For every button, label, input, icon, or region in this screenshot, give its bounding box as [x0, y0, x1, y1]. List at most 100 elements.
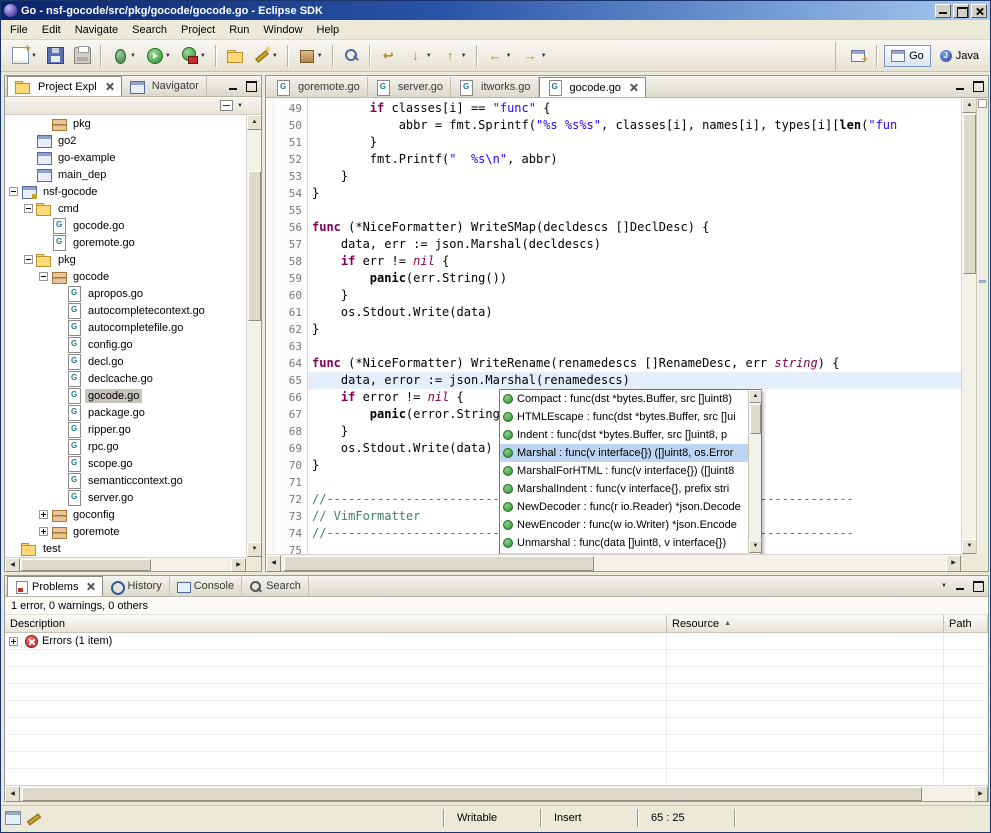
collapse-icon[interactable] — [9, 187, 18, 196]
explorer-horizontal-scrollbar[interactable]: ◀ ▶ — [5, 557, 246, 571]
new-button[interactable]: ▼ — [8, 44, 41, 68]
completion-item[interactable]: NewEncoder : func(w io.Writer) *json.Enc… — [500, 516, 748, 534]
code-line-58[interactable]: if err != nil { — [308, 253, 961, 270]
scrollbar-thumb[interactable] — [248, 171, 261, 321]
view-tab-problems[interactable]: Problems — [7, 576, 103, 596]
tree-item-gocode[interactable]: gocode — [5, 268, 246, 285]
tree-item-server-go[interactable]: server.go — [5, 489, 246, 506]
minimize-button[interactable] — [935, 4, 951, 18]
minimize-editor-icon[interactable] — [953, 79, 969, 93]
edit-marker-icon[interactable] — [25, 811, 41, 825]
expand-icon[interactable] — [39, 510, 48, 519]
tree-item-goconfig[interactable]: goconfig — [5, 506, 246, 523]
close-view-icon[interactable] — [105, 82, 114, 91]
annotation-ruler[interactable] — [266, 98, 274, 554]
tree-item-gocode-go[interactable]: gocode.go — [5, 387, 246, 404]
view-menu-icon[interactable]: ▼ — [936, 579, 952, 593]
collapse-icon[interactable] — [24, 204, 33, 213]
perspective-java[interactable]: JJava — [933, 45, 986, 67]
code-line-52[interactable]: fmt.Printf(" %s\n", abbr) — [308, 151, 961, 168]
tree-item-goremote[interactable]: goremote — [5, 523, 246, 540]
fast-view-icon[interactable] — [5, 811, 21, 825]
external-tools-button[interactable]: ▼ — [177, 44, 210, 68]
perspective-go[interactable]: Go — [884, 45, 931, 67]
editor-vertical-scrollbar[interactable]: ▲ ▼ — [961, 98, 976, 554]
view-menu-icon[interactable]: ▼ — [237, 99, 243, 113]
code-line-54[interactable]: } — [308, 185, 961, 202]
menu-file[interactable]: File — [3, 22, 35, 38]
overview-header-icon[interactable] — [978, 99, 987, 108]
menu-search[interactable]: Search — [125, 22, 174, 38]
tree-item-main-dep[interactable]: main_dep — [5, 166, 246, 183]
editor-horizontal-scrollbar[interactable]: ◀ ▶ — [266, 554, 961, 571]
scrollbar-thumb[interactable] — [22, 787, 922, 801]
editor-tab-itworks-go[interactable]: itworks.go — [451, 77, 539, 97]
occurrence-marker[interactable] — [979, 280, 986, 283]
open-resource-button[interactable] — [222, 44, 247, 68]
tree-item-autocompletecontext-go[interactable]: autocompletecontext.go — [5, 302, 246, 319]
maximize-view-icon[interactable] — [970, 579, 986, 593]
open-perspective-button[interactable] — [844, 45, 872, 67]
forward-button[interactable]: →▼ — [518, 44, 551, 68]
next-annotation-button[interactable]: ↓▼ — [403, 44, 436, 68]
tree-item-pkg[interactable]: pkg — [5, 251, 246, 268]
close-tab-icon[interactable] — [629, 83, 638, 92]
code-line-63[interactable] — [308, 338, 961, 355]
run-button[interactable]: ▼ — [142, 44, 175, 68]
completion-item[interactable]: NewDecoder : func(r io.Reader) *json.Dec… — [500, 498, 748, 516]
tree-item-rpc-go[interactable]: rpc.go — [5, 438, 246, 455]
tree-item-go2[interactable]: go2 — [5, 132, 246, 149]
new-go-element-dropdown-icon[interactable]: ▼ — [317, 53, 323, 59]
scrollbar-thumb[interactable] — [284, 556, 594, 571]
tree-item-autocompletefile-go[interactable]: autocompletefile.go — [5, 319, 246, 336]
code-line-59[interactable]: panic(err.String()) — [308, 270, 961, 287]
code-line-60[interactable]: } — [308, 287, 961, 304]
scroll-up-icon[interactable]: ▲ — [962, 98, 977, 113]
code-line-49[interactable]: if classes[i] == "func" { — [308, 100, 961, 117]
code-line-62[interactable]: } — [308, 321, 961, 338]
menu-run[interactable]: Run — [222, 22, 256, 38]
scroll-left-icon[interactable]: ◀ — [5, 786, 20, 802]
back-button[interactable]: ←▼ — [483, 44, 516, 68]
column-header-path[interactable]: Path — [944, 615, 988, 632]
collapse-all-icon[interactable] — [220, 100, 233, 111]
maximize-editor-icon[interactable] — [970, 79, 986, 93]
print-button[interactable] — [70, 44, 95, 68]
maximize-view-icon[interactable] — [243, 79, 259, 93]
previous-annotation-dropdown-icon[interactable]: ▼ — [461, 53, 467, 59]
minimize-view-icon[interactable] — [226, 79, 242, 93]
menu-help[interactable]: Help — [310, 22, 347, 38]
minimize-view-icon[interactable] — [953, 579, 969, 593]
code-line-65[interactable]: data, error := json.Marshal(renamedescs) — [308, 372, 961, 389]
close-view-icon[interactable] — [86, 582, 95, 591]
editor-tab-goremote-go[interactable]: goremote.go — [268, 77, 368, 97]
run-dropdown-icon[interactable]: ▼ — [165, 53, 171, 59]
column-header-description[interactable]: Description — [5, 615, 667, 632]
tree-item-package-go[interactable]: package.go — [5, 404, 246, 421]
previous-annotation-button[interactable]: ↑▼ — [438, 44, 471, 68]
line-number-ruler[interactable]: 4950515253545556575859606162636465666768… — [274, 98, 308, 554]
scrollbar-thumb[interactable] — [21, 559, 151, 571]
collapse-icon[interactable] — [39, 272, 48, 281]
completion-item[interactable]: HTMLEscape : func(dst *bytes.Buffer, src… — [500, 408, 748, 426]
tree-item-go-example[interactable]: go-example — [5, 149, 246, 166]
scroll-right-icon[interactable]: ▶ — [231, 558, 246, 572]
new-dropdown-icon[interactable]: ▼ — [31, 53, 37, 59]
scroll-right-icon[interactable]: ▶ — [946, 555, 961, 572]
scroll-up-icon[interactable]: ▲ — [749, 390, 762, 403]
tree-item-nsf-gocode[interactable]: nsf-gocode — [5, 183, 246, 200]
maximize-button[interactable] — [953, 4, 969, 18]
tree-item-ripper-go[interactable]: ripper.go — [5, 421, 246, 438]
collapse-icon[interactable] — [24, 255, 33, 264]
tree-item-pkg[interactable]: pkg — [5, 115, 246, 132]
new-go-element-button[interactable]: ▼ — [294, 44, 327, 68]
overview-ruler[interactable] — [976, 98, 988, 554]
tree-item-decl-go[interactable]: decl.go — [5, 353, 246, 370]
scroll-left-icon[interactable]: ◀ — [5, 558, 20, 572]
completion-item[interactable]: Unmarshal : func(data []uint8, v interfa… — [500, 534, 748, 552]
editor-tab-gocode-go[interactable]: gocode.go — [539, 77, 646, 97]
save-button[interactable] — [43, 44, 68, 68]
tree-item-goremote-go[interactable]: goremote.go — [5, 234, 246, 251]
problems-horizontal-scrollbar[interactable]: ◀ ▶ — [5, 785, 988, 801]
tree-item-declcache-go[interactable]: declcache.go — [5, 370, 246, 387]
